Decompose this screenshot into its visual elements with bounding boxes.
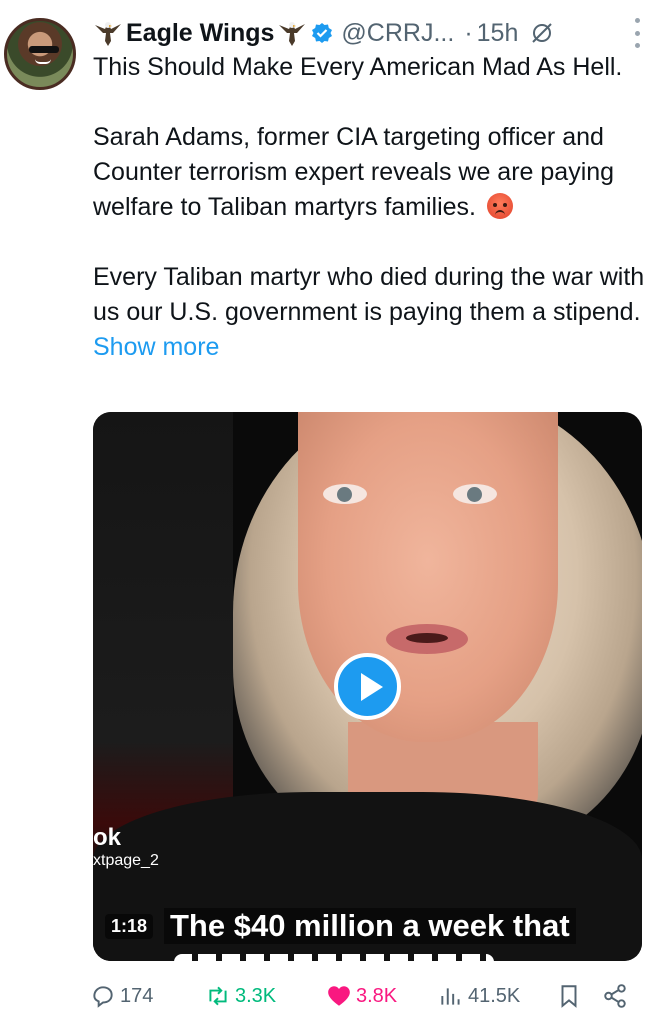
video-watermark-subtitle: xtpage_2 [93,852,159,869]
tweet-actions: 174 3.3K 3.8K 41.5K [90,978,640,1014]
share-icon [604,984,626,1008]
post-time[interactable]: 15h [477,19,519,48]
verified-badge-icon [312,23,333,43]
separator-dot: · [464,18,473,47]
video-caption: The $40 million a week that [164,908,576,944]
repost-icon [209,986,227,1006]
bookmark-icon [561,985,577,1008]
repost-count: 3.3K [235,984,277,1007]
video-player[interactable]: ok xtpage_2 1:18 The $40 million a week … [93,412,642,961]
views-button[interactable]: 41.5K [438,983,520,1009]
bookmark-button[interactable] [556,983,582,1009]
avatar-smile [35,59,51,64]
eagle-icon [279,22,306,46]
video-caption-cutoff [174,950,494,961]
more-options-icon[interactable] [632,18,642,48]
video-watermark-title: ok [93,824,122,851]
views-count: 41.5K [468,984,521,1007]
tweet-text: This Should Make Every American Mad As H… [93,50,648,365]
reply-count: 174 [120,984,154,1007]
tweet-paragraph: Every Taliban martyr who died during the… [93,263,645,361]
like-count: 3.8K [356,984,398,1007]
share-button[interactable] [602,983,628,1009]
angry-face-emoji [486,193,513,219]
author-handle[interactable]: @CRRJ... [341,19,454,48]
tweet-paragraph: This Should Make Every American Mad As H… [93,53,623,81]
avatar-sunglasses [29,46,59,53]
tweet-header: Eagle Wings @CRRJ... · 15h [93,14,642,52]
eagle-icon [95,22,121,46]
author-name[interactable]: Eagle Wings [126,19,274,48]
reply-button[interactable]: 174 [90,983,153,1009]
show-more-link[interactable]: Show more [93,333,219,361]
tweet-paragraph: Sarah Adams, former CIA targeting office… [93,123,615,221]
play-icon[interactable] [334,653,401,720]
views-icon [441,988,460,1005]
author-avatar[interactable] [4,18,76,90]
video-duration: 1:18 [105,914,154,939]
reply-icon [93,986,113,1008]
like-button[interactable]: 3.8K [326,983,397,1009]
repost-button[interactable]: 3.3K [205,983,276,1009]
heart-icon [328,986,350,1006]
grok-icon[interactable] [530,21,554,45]
